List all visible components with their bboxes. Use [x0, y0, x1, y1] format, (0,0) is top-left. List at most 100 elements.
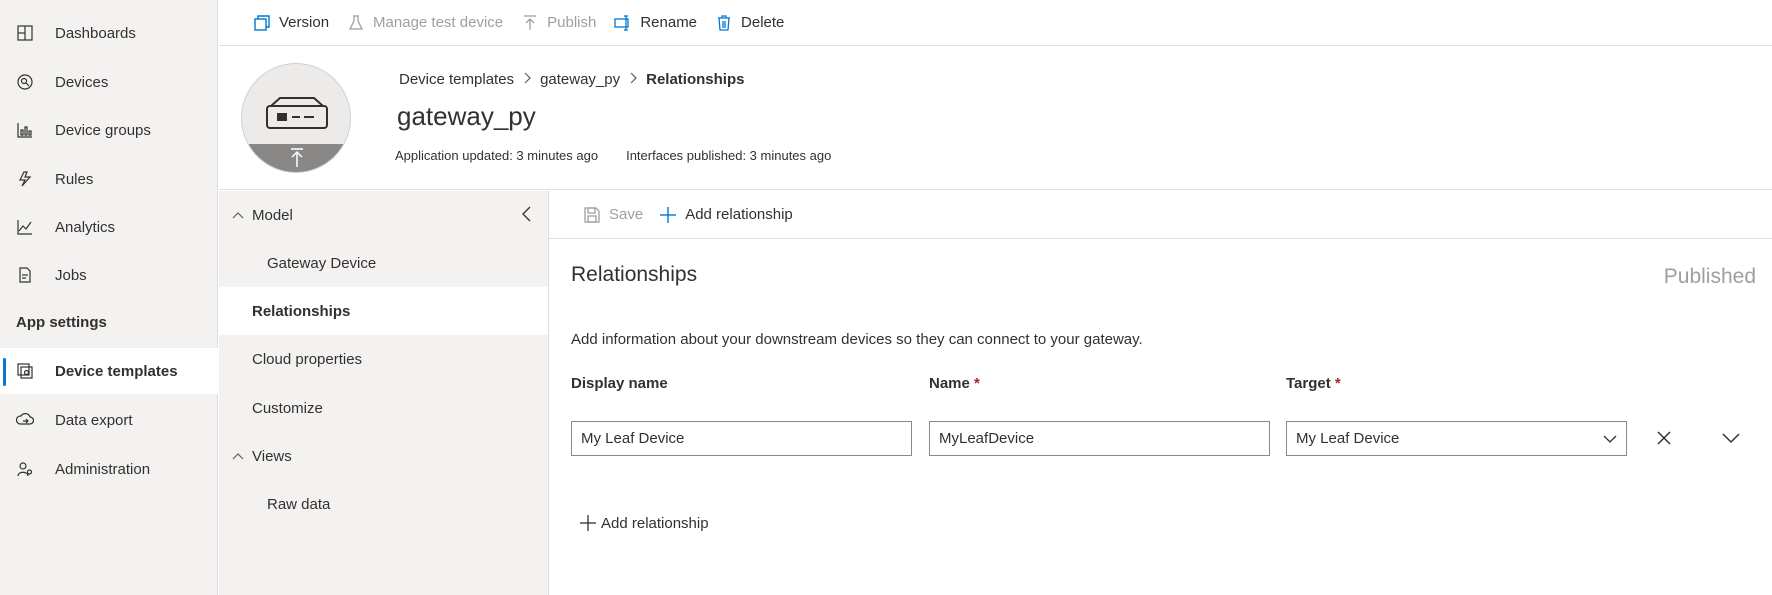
- rename-icon: [614, 14, 632, 32]
- subnav-group-model[interactable]: Model: [219, 191, 548, 239]
- add-relationship-toolbar-button[interactable]: Add relationship: [659, 206, 793, 224]
- target-dropdown[interactable]: My Leaf Device: [1286, 421, 1627, 456]
- template-header: Device templates gateway_py Relationship…: [219, 47, 1772, 190]
- trash-icon: [715, 14, 733, 32]
- nav-label: Administration: [55, 460, 151, 478]
- delete-button[interactable]: Delete: [715, 14, 784, 32]
- nav-section-app-settings: App settings: [16, 314, 107, 331]
- rules-icon: [15, 169, 35, 189]
- add-relationship-label: Add relationship: [601, 514, 709, 532]
- template-subnav: Model Gateway Device Relationships Cloud…: [219, 191, 549, 595]
- relationships-panel: Save Add relationship Relationships Publ…: [549, 191, 1772, 595]
- nav-item-analytics[interactable]: Analytics: [0, 204, 218, 250]
- subnav-item-customize[interactable]: Customize: [219, 384, 548, 432]
- subnav-customize-label: Customize: [252, 399, 323, 417]
- display-name-value: My Leaf Device: [581, 430, 685, 447]
- plus-icon: [659, 206, 677, 224]
- interfaces-published-text: Interfaces published: 3 minutes ago: [626, 148, 832, 163]
- display-name-field[interactable]: My Leaf Device: [571, 421, 912, 456]
- dashboard-icon: [15, 23, 35, 43]
- chevron-down-icon: [1603, 435, 1617, 443]
- rename-label: Rename: [640, 14, 698, 31]
- relationships-toolbar: Save Add relationship: [549, 191, 1772, 239]
- nav-item-dashboards[interactable]: Dashboards: [0, 10, 218, 56]
- nav-item-rules[interactable]: Rules: [0, 156, 218, 202]
- rename-button[interactable]: Rename: [614, 14, 697, 32]
- breadcrumb: Device templates gateway_py Relationship…: [399, 71, 744, 88]
- expand-row-icon[interactable]: [1721, 428, 1741, 448]
- nav-item-data-export[interactable]: Data export: [0, 397, 218, 443]
- name-field[interactable]: MyLeafDevice: [929, 421, 1270, 456]
- devices-icon: [15, 72, 35, 92]
- target-value: My Leaf Device: [1296, 430, 1400, 447]
- subnav-relationships-label: Relationships: [252, 302, 351, 320]
- subnav-views-label: Views: [252, 447, 292, 465]
- data-export-icon: [15, 410, 35, 430]
- subnav-group-views[interactable]: Views: [219, 432, 548, 480]
- device-template-image[interactable]: [241, 63, 351, 173]
- manage-test-device-button[interactable]: Manage test device: [347, 14, 503, 32]
- breadcrumb-device-templates[interactable]: Device templates: [399, 71, 514, 88]
- add-relationship-button[interactable]: Add relationship: [579, 514, 709, 532]
- name-value: MyLeafDevice: [939, 430, 1035, 447]
- chevron-up-icon: [232, 453, 244, 460]
- publish-icon: [521, 14, 539, 32]
- template-metadata: Application updated: 3 minutes ago Inter…: [395, 148, 831, 163]
- subnav-raw-data-label: Raw data: [267, 495, 331, 513]
- subnav-item-raw-data[interactable]: Raw data: [219, 480, 548, 528]
- nav-label: Rules: [55, 170, 94, 188]
- nav-item-device-groups[interactable]: Device groups: [0, 107, 218, 153]
- nav-label: Devices: [55, 73, 109, 91]
- publish-button[interactable]: Publish: [521, 14, 596, 32]
- application-updated-text: Application updated: 3 minutes ago: [395, 148, 599, 163]
- copy-icon: [253, 14, 271, 32]
- flask-icon: [347, 14, 365, 32]
- nav-label: Analytics: [55, 218, 116, 236]
- required-marker: *: [1334, 375, 1341, 392]
- save-button[interactable]: Save: [583, 206, 643, 224]
- nav-item-device-templates[interactable]: Device templates: [0, 348, 218, 394]
- plus-icon: [580, 515, 596, 531]
- version-button[interactable]: Version: [253, 14, 329, 32]
- nav-label: Jobs: [55, 266, 87, 284]
- column-header-target: Target *: [1286, 375, 1341, 392]
- manage-test-device-label: Manage test device: [373, 14, 504, 31]
- delete-relationship-icon[interactable]: [1654, 428, 1674, 448]
- chevron-right-icon: [628, 72, 638, 87]
- column-header-name: Name *: [929, 375, 980, 392]
- save-label: Save: [609, 206, 644, 223]
- add-relationship-label: Add relationship: [685, 206, 793, 223]
- subnav-item-cloud-properties[interactable]: Cloud properties: [219, 335, 548, 383]
- nav-label: Dashboards: [55, 24, 136, 42]
- chevron-up-icon: [232, 212, 244, 219]
- upload-image-band[interactable]: [242, 144, 350, 172]
- section-title: Relationships: [571, 263, 698, 286]
- name-label: Name: [929, 375, 970, 392]
- status-badge: Published: [1663, 265, 1756, 288]
- column-header-display-name: Display name: [571, 375, 668, 392]
- version-label: Version: [279, 14, 330, 31]
- upload-icon: [291, 148, 303, 167]
- nav-item-devices[interactable]: Devices: [0, 59, 218, 105]
- nav-item-administration[interactable]: Administration: [0, 446, 218, 492]
- display-name-label: Display name: [571, 375, 668, 392]
- breadcrumb-gateway-py[interactable]: gateway_py: [540, 71, 620, 88]
- administration-icon: [15, 459, 35, 479]
- chevron-right-icon: [522, 72, 532, 87]
- section-description: Add information about your downstream de…: [571, 331, 1143, 348]
- subnav-cloud-properties-label: Cloud properties: [252, 350, 363, 368]
- subnav-item-relationships[interactable]: Relationships: [219, 287, 548, 335]
- subnav-item-gateway-device[interactable]: Gateway Device: [219, 239, 548, 287]
- nav-label: Data export: [55, 411, 133, 429]
- subnav-gateway-device-label: Gateway Device: [267, 254, 377, 272]
- publish-label: Publish: [547, 14, 597, 31]
- nav-label: Device templates: [55, 362, 178, 380]
- collapse-panel-icon[interactable]: [519, 205, 535, 223]
- delete-label: Delete: [741, 14, 785, 31]
- page-title: gateway_py: [397, 101, 536, 131]
- device-templates-icon: [15, 361, 35, 381]
- nav-label: Device groups: [55, 121, 151, 139]
- nav-item-jobs[interactable]: Jobs: [0, 252, 218, 298]
- command-bar: Version Manage test device Publish Renam…: [219, 0, 1772, 46]
- device-groups-icon: [15, 120, 35, 140]
